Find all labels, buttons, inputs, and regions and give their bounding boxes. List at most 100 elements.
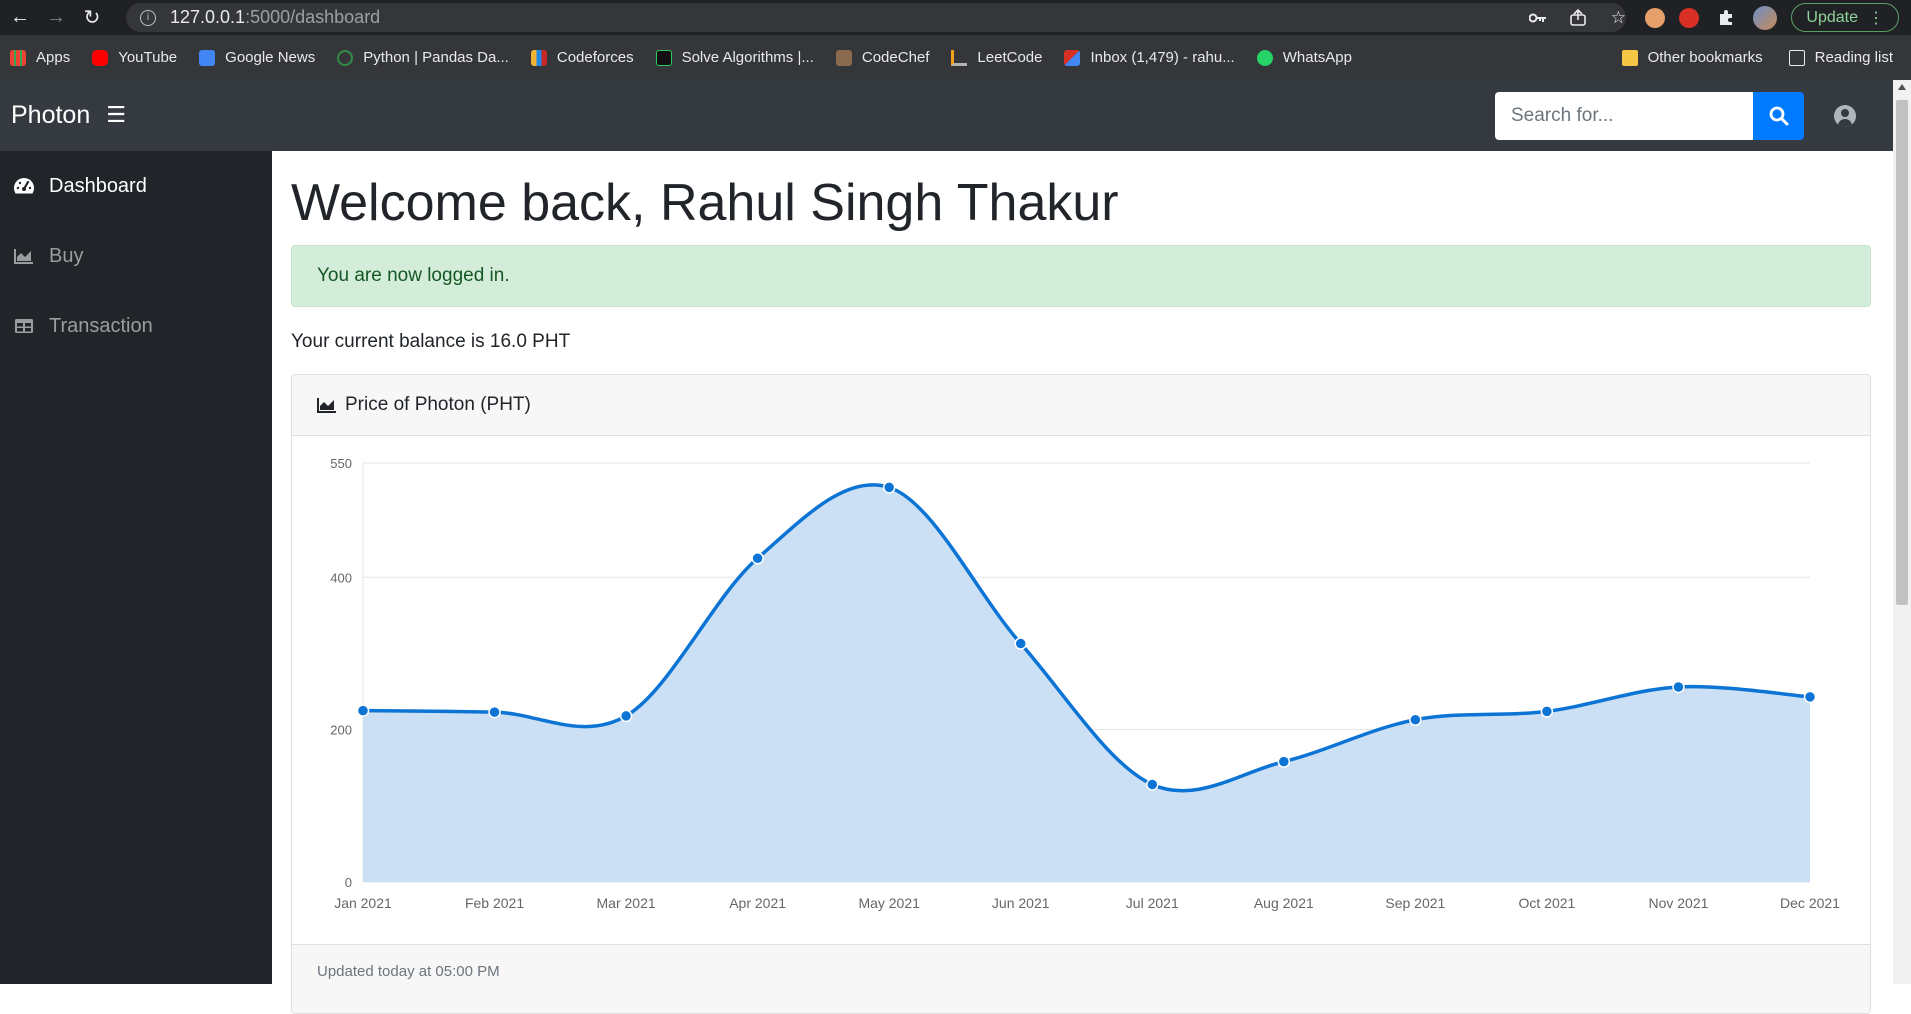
page-scrollbar[interactable] bbox=[1893, 80, 1911, 984]
puzzle-icon[interactable] bbox=[1713, 5, 1739, 31]
bookmark-label: Other bookmarks bbox=[1647, 49, 1763, 66]
more-icon: ⋮ bbox=[1868, 9, 1884, 27]
sidebar-item-dashboard[interactable]: Dashboard bbox=[0, 151, 272, 221]
search-form bbox=[1495, 92, 1804, 140]
x-tick-label: Oct 2021 bbox=[1518, 895, 1575, 911]
whatsapp-icon bbox=[1256, 49, 1273, 66]
scrollbar-thumb[interactable] bbox=[1896, 100, 1908, 605]
key-icon[interactable] bbox=[1525, 5, 1551, 31]
balance-text: Your current balance is 16.0 PHT bbox=[291, 331, 571, 353]
brand-logo[interactable]: Photon bbox=[11, 101, 90, 130]
bookmark-label: YouTube bbox=[118, 49, 178, 66]
bookmark-codechef[interactable]: CodeChef bbox=[835, 49, 930, 66]
bookmark-label: CodeChef bbox=[861, 49, 930, 66]
bookmark-codeforces[interactable]: Codeforces bbox=[530, 49, 634, 66]
star-icon[interactable]: ☆ bbox=[1605, 5, 1631, 31]
update-label: Update bbox=[1806, 8, 1858, 26]
bookmark-label: WhatsApp bbox=[1282, 49, 1352, 66]
price-area-chart: 0 200 400 550 Jan 2021 Feb 2021 Mar 2021 Apr 20… bbox=[330, 456, 1840, 911]
sidebar: Dashboard Buy Transaction bbox=[0, 151, 272, 984]
site-info-icon[interactable]: i bbox=[140, 9, 156, 26]
bookmark-label: Python | Pandas Da... bbox=[363, 49, 509, 66]
login-success-alert: You are now logged in. bbox=[291, 245, 1871, 308]
y-tick-label: 200 bbox=[330, 723, 352, 738]
back-icon[interactable]: ← bbox=[4, 2, 36, 34]
forward-icon[interactable]: → bbox=[40, 2, 72, 34]
sidebar-toggle-icon[interactable]: ☰ bbox=[106, 103, 126, 128]
bookmark-label: Inbox (1,479) - rahu... bbox=[1090, 49, 1235, 66]
sidebar-item-label: Transaction bbox=[49, 314, 153, 337]
address-bar[interactable]: i 127.0.0.1:5000/dashboard bbox=[126, 3, 1626, 32]
geeksforgeeks-icon bbox=[337, 49, 354, 66]
bookmark-pandas[interactable]: Python | Pandas Da... bbox=[337, 49, 509, 66]
area-chart-icon bbox=[13, 246, 35, 266]
area-fill bbox=[363, 484, 1810, 882]
sidebar-item-label: Buy bbox=[49, 244, 84, 267]
share-icon[interactable] bbox=[1565, 5, 1591, 31]
bookmark-hackerrank[interactable]: Solve Algorithms |... bbox=[655, 49, 814, 66]
data-point bbox=[1803, 690, 1817, 704]
page-title: Welcome back, Rahul Singh Thakur bbox=[291, 174, 1119, 232]
x-tick-label: Mar 2021 bbox=[597, 895, 656, 911]
x-tick-label: Apr 2021 bbox=[729, 895, 786, 911]
browser-toolbar: ← → ↻ i 127.0.0.1:5000/dashboard ☆ Updat… bbox=[0, 0, 1911, 35]
updated-timestamp: Updated today at 05:00 PM bbox=[317, 963, 500, 980]
extension-icon[interactable] bbox=[1645, 7, 1666, 28]
sidebar-item-buy[interactable]: Buy bbox=[0, 221, 272, 291]
url-path: :5000/dashboard bbox=[245, 7, 381, 27]
hackerrank-icon bbox=[655, 49, 672, 66]
profile-avatar[interactable] bbox=[1753, 5, 1778, 30]
data-point bbox=[1014, 637, 1027, 650]
data-point bbox=[488, 705, 501, 719]
data-point bbox=[1277, 755, 1291, 768]
bookmark-label: Solve Algorithms |... bbox=[681, 49, 814, 66]
bookmark-label: Google News bbox=[225, 49, 316, 66]
search-input[interactable] bbox=[1495, 92, 1753, 140]
x-tick-label: Jul 2021 bbox=[1126, 895, 1179, 911]
bookmark-label: Apps bbox=[36, 49, 71, 66]
url-host: 127.0.0.1 bbox=[170, 7, 246, 27]
bookmark-label: LeetCode bbox=[977, 49, 1043, 66]
x-tick-label: May 2021 bbox=[858, 895, 920, 911]
leetcode-icon bbox=[951, 49, 968, 66]
reading-list[interactable]: Reading list bbox=[1788, 49, 1893, 66]
bookmark-other[interactable]: Other bookmarks bbox=[1621, 49, 1763, 66]
bookmark-leetcode[interactable]: LeetCode bbox=[951, 49, 1042, 66]
gmail-icon bbox=[1064, 49, 1081, 66]
data-point bbox=[1409, 713, 1422, 726]
adblock-icon[interactable] bbox=[1679, 7, 1700, 28]
search-button[interactable] bbox=[1753, 92, 1804, 140]
codeforces-icon bbox=[530, 49, 547, 66]
data-point bbox=[1146, 778, 1159, 791]
bookmark-label: Reading list bbox=[1814, 49, 1893, 66]
tachometer-icon bbox=[13, 176, 35, 196]
reload-icon[interactable]: ↻ bbox=[76, 2, 108, 34]
data-point bbox=[619, 709, 633, 723]
bookmark-whatsapp[interactable]: WhatsApp bbox=[1256, 49, 1352, 66]
data-point bbox=[1672, 680, 1685, 694]
scroll-up-arrow-icon[interactable] bbox=[1898, 84, 1906, 90]
folder-icon bbox=[1621, 49, 1638, 66]
bookmark-youtube[interactable]: YouTube bbox=[92, 49, 177, 66]
x-tick-label: Sep 2021 bbox=[1385, 895, 1445, 911]
area-chart-icon bbox=[317, 397, 337, 413]
x-tick-label: Jan 2021 bbox=[334, 895, 392, 911]
x-tick-label: Jun 2021 bbox=[992, 895, 1050, 911]
price-chart-card: Price of Photon (PHT) 0 200 400 550 Jan 2021… bbox=[291, 374, 1871, 1014]
bookmark-apps[interactable]: Apps bbox=[10, 49, 70, 66]
apps-grid-icon bbox=[10, 49, 26, 66]
bookmark-google-news[interactable]: Google News bbox=[199, 49, 315, 66]
data-point bbox=[1540, 705, 1554, 718]
x-tick-label: Aug 2021 bbox=[1254, 895, 1314, 911]
update-button[interactable]: Update ⋮ bbox=[1791, 3, 1899, 32]
sidebar-item-transaction[interactable]: Transaction bbox=[0, 291, 272, 361]
app-navbar: Photon ☰ bbox=[0, 80, 1893, 151]
x-tick-label: Dec 2021 bbox=[1780, 895, 1840, 911]
user-circle-icon[interactable] bbox=[1834, 105, 1856, 127]
data-point bbox=[356, 704, 370, 717]
search-icon bbox=[1769, 106, 1788, 126]
bookmark-gmail[interactable]: Inbox (1,479) - rahu... bbox=[1064, 49, 1235, 66]
codechef-icon bbox=[835, 49, 852, 66]
x-tick-label: Nov 2021 bbox=[1648, 895, 1708, 911]
x-tick-label: Feb 2021 bbox=[465, 895, 524, 911]
